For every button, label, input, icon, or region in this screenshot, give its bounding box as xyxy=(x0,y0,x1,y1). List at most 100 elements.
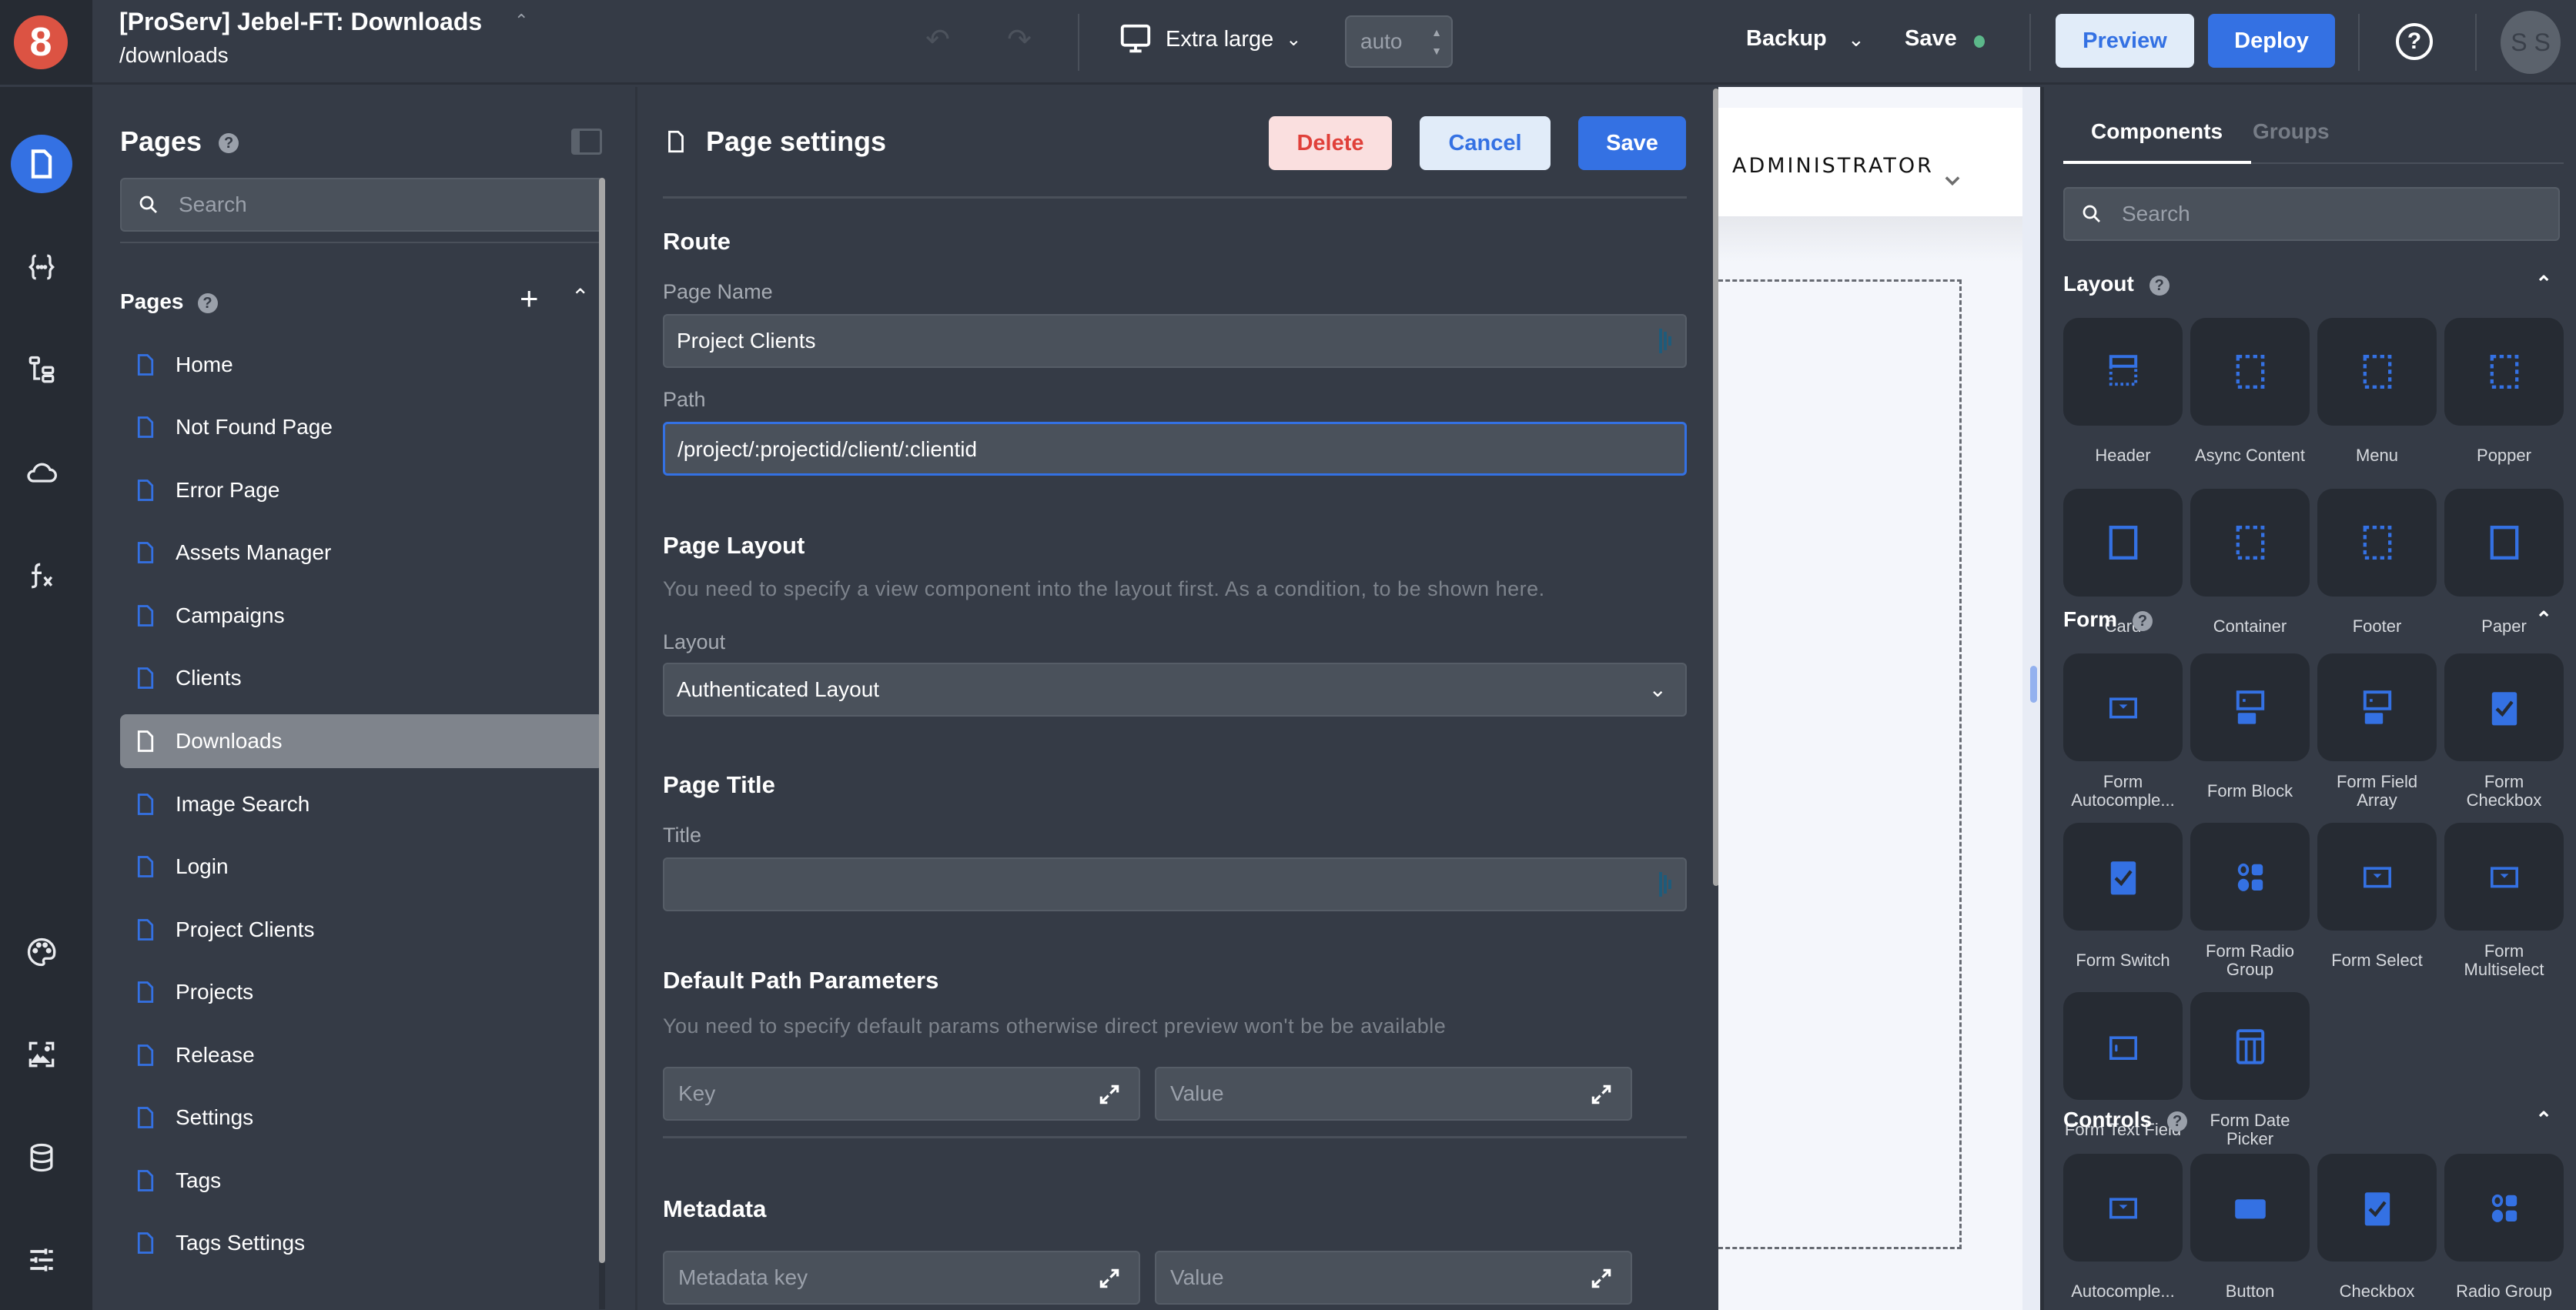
app-title[interactable]: [ProServ] Jebel-FT: Downloads xyxy=(119,8,482,36)
rail-cloud[interactable] xyxy=(11,443,72,502)
add-page-button[interactable]: + xyxy=(520,282,539,315)
deploy-button[interactable]: Deploy xyxy=(2208,14,2335,68)
panel-toggle-icon[interactable] xyxy=(571,129,602,155)
chevron-up-icon[interactable]: ⌃ xyxy=(2535,1108,2552,1131)
param-key-input[interactable]: Key xyxy=(663,1067,1140,1121)
pages-search-input[interactable]: Search xyxy=(120,178,604,232)
canvas-scrollbar[interactable] xyxy=(2030,666,2037,703)
param-value-input[interactable]: Value xyxy=(1155,1067,1632,1121)
component-tile[interactable]: Popper xyxy=(2444,318,2564,476)
component-tile[interactable]: Async Content xyxy=(2190,318,2310,476)
device-size-select[interactable]: Extra large ⌄ xyxy=(1118,22,1301,57)
rail-structure[interactable] xyxy=(11,341,72,399)
expand-icon[interactable] xyxy=(1589,1082,1614,1107)
tab-groups[interactable]: Groups xyxy=(2253,119,2330,144)
page-list-item[interactable]: Project Clients xyxy=(120,898,604,961)
page-list-item[interactable]: Clients xyxy=(120,647,604,710)
preview-button[interactable]: Preview xyxy=(2056,14,2194,68)
page-list-item[interactable]: Release xyxy=(120,1024,604,1087)
rail-theme[interactable] xyxy=(11,923,72,981)
page-list-item[interactable]: Login xyxy=(120,836,604,899)
chevron-up-icon[interactable]: ⌃ xyxy=(514,11,528,31)
backup-chevron-down-icon[interactable]: ⌄ xyxy=(1848,28,1865,52)
backup-button[interactable]: Backup xyxy=(1746,26,1827,52)
component-tile[interactable]: Header xyxy=(2063,318,2183,476)
page-list-item[interactable]: Tags xyxy=(120,1149,604,1212)
cancel-button[interactable]: Cancel xyxy=(1420,116,1551,170)
zoom-input[interactable]: auto ▲ ▼ xyxy=(1345,15,1453,68)
page-list-item[interactable]: Error Page xyxy=(120,459,604,522)
drop-zone[interactable] xyxy=(1718,279,1962,1249)
chevron-down-icon[interactable] xyxy=(1942,169,1963,191)
preview-canvas[interactable]: ADMINISTRATOR xyxy=(1718,87,2042,1310)
component-tile[interactable]: Checkbox xyxy=(2317,1154,2437,1310)
expand-icon[interactable] xyxy=(1097,1082,1122,1107)
component-tile[interactable]: Form Switch xyxy=(2063,823,2183,981)
component-tile[interactable]: Menu xyxy=(2317,318,2437,476)
components-panel: Components Groups Search Layout? ⌃ Heade… xyxy=(2044,87,2576,1310)
component-tile[interactable]: Form Block xyxy=(2190,653,2310,812)
component-tile[interactable]: Form Field Array xyxy=(2317,653,2437,812)
page-name-input[interactable]: Project Clients xyxy=(663,314,1687,368)
binding-icon[interactable] xyxy=(1659,328,1671,354)
chevron-up-icon[interactable]: ⌃ xyxy=(2535,272,2552,296)
page-list-item[interactable]: Assets Manager xyxy=(120,522,604,585)
component-tile[interactable]: Form Radio Group xyxy=(2190,823,2310,981)
category-layout[interactable]: Layout? ⌃ xyxy=(2063,272,2560,302)
canvas-header[interactable]: ADMINISTRATOR xyxy=(1718,108,2022,216)
expand-icon[interactable] xyxy=(1589,1266,1614,1291)
tab-components[interactable]: Components xyxy=(2091,119,2223,144)
page-list-item[interactable]: Settings xyxy=(120,1087,604,1150)
metadata-value-input[interactable]: Value xyxy=(1155,1251,1632,1305)
save-top-button[interactable]: Save xyxy=(1905,26,1957,52)
rail-assets[interactable] xyxy=(11,1025,72,1084)
page-list-item[interactable]: Downloads xyxy=(120,714,604,768)
delete-button[interactable]: Delete xyxy=(1269,116,1392,170)
chevron-up-icon[interactable]: ⌃ xyxy=(2535,607,2552,631)
page-list-item[interactable]: Campaigns xyxy=(120,584,604,647)
rail-functions[interactable] xyxy=(11,546,72,605)
collapse-chevron-up-icon[interactable]: ⌃ xyxy=(571,284,589,309)
rail-settings[interactable] xyxy=(11,1231,72,1289)
rail-data[interactable] xyxy=(11,238,72,296)
layout-select[interactable]: Authenticated Layout ⌄ xyxy=(663,663,1687,717)
help-icon[interactable]: ? xyxy=(2167,1111,2188,1131)
page-list-item[interactable]: Not Found Page xyxy=(120,396,604,460)
page-list-item[interactable]: Projects xyxy=(120,961,604,1024)
component-tile[interactable]: Form Autocomple... xyxy=(2063,653,2183,812)
category-form[interactable]: Form? ⌃ xyxy=(2063,607,2560,638)
help-icon[interactable]: ? xyxy=(2149,275,2170,296)
component-tile[interactable]: Form Checkbox xyxy=(2444,653,2564,812)
category-controls[interactable]: Controls? ⌃ xyxy=(2063,1108,2560,1138)
rail-pages[interactable] xyxy=(11,135,72,193)
component-tile[interactable]: Autocomple... xyxy=(2063,1154,2183,1310)
component-tile[interactable]: Form Select xyxy=(2317,823,2437,981)
title-input[interactable] xyxy=(663,857,1687,911)
monitor-icon xyxy=(1120,24,1151,53)
components-search-input[interactable]: Search xyxy=(2063,187,2560,241)
help-icon[interactable]: ? xyxy=(2396,23,2433,60)
component-tile[interactable]: Radio Group xyxy=(2444,1154,2564,1310)
save-button[interactable]: Save xyxy=(1578,116,1686,170)
component-tile[interactable]: Button xyxy=(2190,1154,2310,1310)
component-label: Form Checkbox xyxy=(2466,772,2542,810)
user-avatar[interactable]: S S xyxy=(2501,11,2561,74)
page-list-item[interactable]: Home xyxy=(120,333,604,396)
page-label: Tags Settings xyxy=(176,1231,306,1255)
path-input[interactable]: /project/:projectid/client/:clientid xyxy=(663,422,1687,476)
help-icon[interactable]: ? xyxy=(219,133,239,154)
component-tile[interactable]: Form Multiselect xyxy=(2444,823,2564,981)
zoom-stepper[interactable]: ▲ ▼ xyxy=(1431,23,1442,60)
help-icon[interactable]: ? xyxy=(2133,610,2153,631)
binding-icon[interactable] xyxy=(1659,871,1671,897)
page-list-item[interactable]: Image Search xyxy=(120,773,604,836)
expand-icon[interactable] xyxy=(1097,1266,1122,1291)
metadata-key-input[interactable]: Metadata key xyxy=(663,1251,1140,1305)
help-icon[interactable]: ? xyxy=(197,292,218,313)
undo-icon[interactable]: ↶ xyxy=(919,22,956,58)
pages-scrollbar[interactable] xyxy=(599,178,605,1263)
redo-icon[interactable]: ↷ xyxy=(1001,22,1038,58)
page-list-item[interactable]: Tags Settings xyxy=(120,1212,604,1275)
app-logo[interactable]: 8 xyxy=(14,15,68,69)
rail-database[interactable] xyxy=(11,1128,72,1187)
